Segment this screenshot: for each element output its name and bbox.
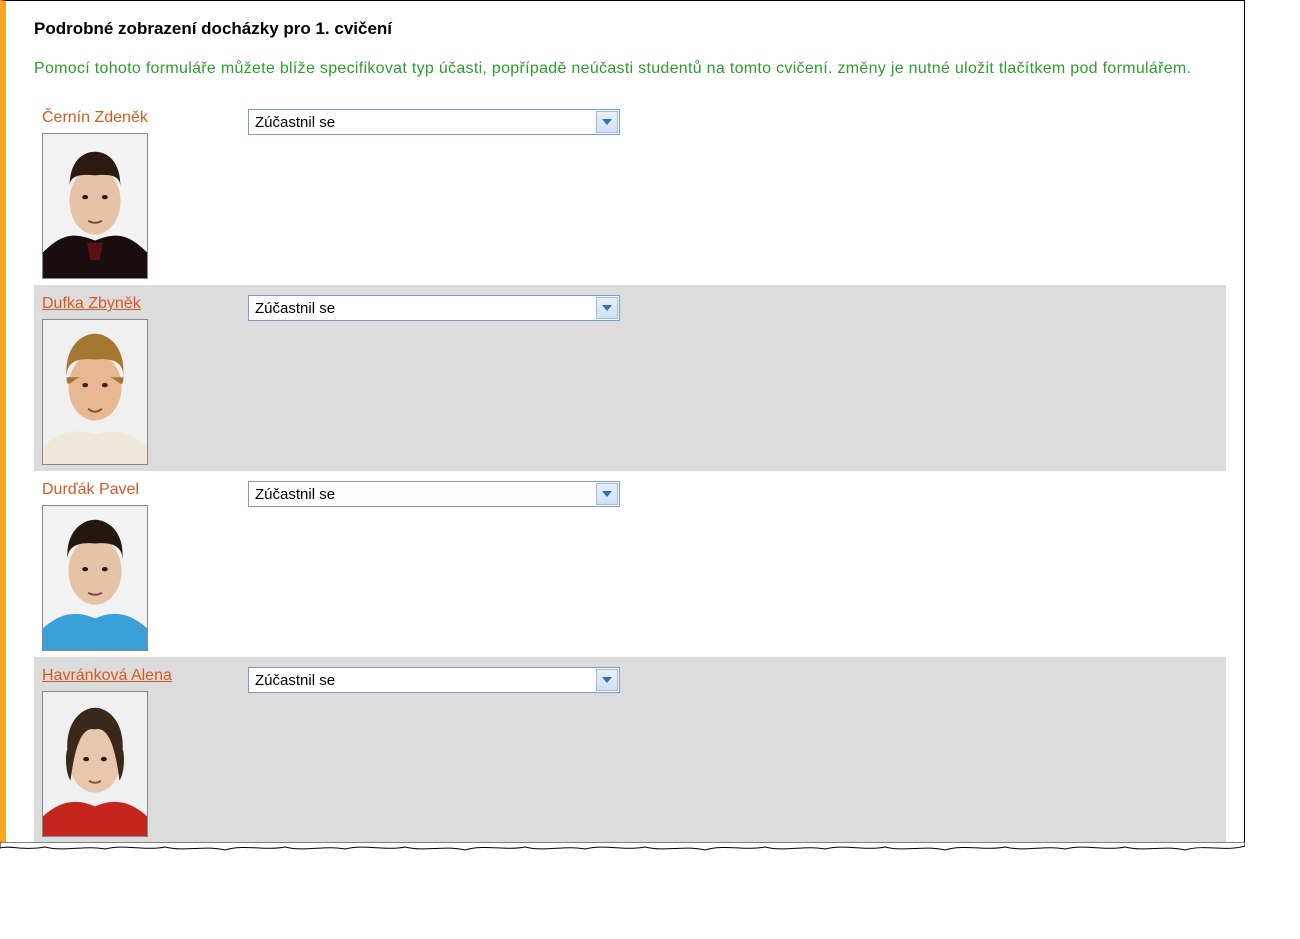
student-row: Černín Zdeněk — [34, 99, 1226, 285]
chevron-down-icon — [596, 483, 618, 505]
student-select-cell: Zúčastnil se — [244, 289, 642, 327]
attendance-select-value: Zúčastnil se — [249, 486, 595, 503]
chevron-down-icon — [596, 297, 618, 319]
student-photo — [42, 319, 148, 465]
attendance-select[interactable]: Zúčastnil se — [248, 295, 620, 321]
student-photo — [42, 505, 148, 651]
chevron-down-icon — [596, 669, 618, 691]
page-title: Podrobné zobrazení docházky pro 1. cviče… — [34, 19, 1226, 39]
content-area: Podrobné zobrazení docházky pro 1. cviče… — [6, 1, 1244, 843]
student-select-cell: Zúčastnil se — [244, 103, 642, 141]
torn-edge-decoration — [0, 842, 1300, 854]
attendance-select[interactable]: Zúčastnil se — [248, 481, 620, 507]
student-name-cell: Černín Zdeněk — [34, 103, 234, 285]
attendance-select[interactable]: Zúčastnil se — [248, 109, 620, 135]
student-name-cell: Durďák Pavel — [34, 475, 234, 657]
attendance-select-value: Zúčastnil se — [249, 300, 595, 317]
student-photo — [42, 133, 148, 279]
student-name-cell: Dufka Zbyněk — [34, 289, 234, 471]
hint-text: Pomocí tohoto formuláře můžete blíže spe… — [34, 57, 1226, 81]
student-name-link[interactable]: Havránková Alena — [42, 667, 172, 684]
student-name-cell: Havránková Alena — [34, 661, 234, 843]
attendance-form-panel: Podrobné zobrazení docházky pro 1. cviče… — [0, 0, 1245, 844]
chevron-down-icon — [596, 111, 618, 133]
student-name-link[interactable]: Durďák Pavel — [42, 481, 139, 498]
attendance-select[interactable]: Zúčastnil se — [248, 667, 620, 693]
student-row: Havránková Alena — [34, 657, 1226, 843]
student-row: Durďák Pavel — [34, 471, 1226, 657]
student-row: Dufka Zbyněk — [34, 285, 1226, 471]
attendance-select-value: Zúčastnil se — [249, 114, 595, 131]
student-name-link[interactable]: Černín Zdeněk — [42, 109, 148, 126]
student-select-cell: Zúčastnil se — [244, 475, 642, 513]
student-photo — [42, 691, 148, 837]
student-rows: Černín Zdeněk — [34, 99, 1226, 843]
student-name-link[interactable]: Dufka Zbyněk — [42, 295, 141, 312]
student-select-cell: Zúčastnil se — [244, 661, 642, 699]
attendance-select-value: Zúčastnil se — [249, 672, 595, 689]
